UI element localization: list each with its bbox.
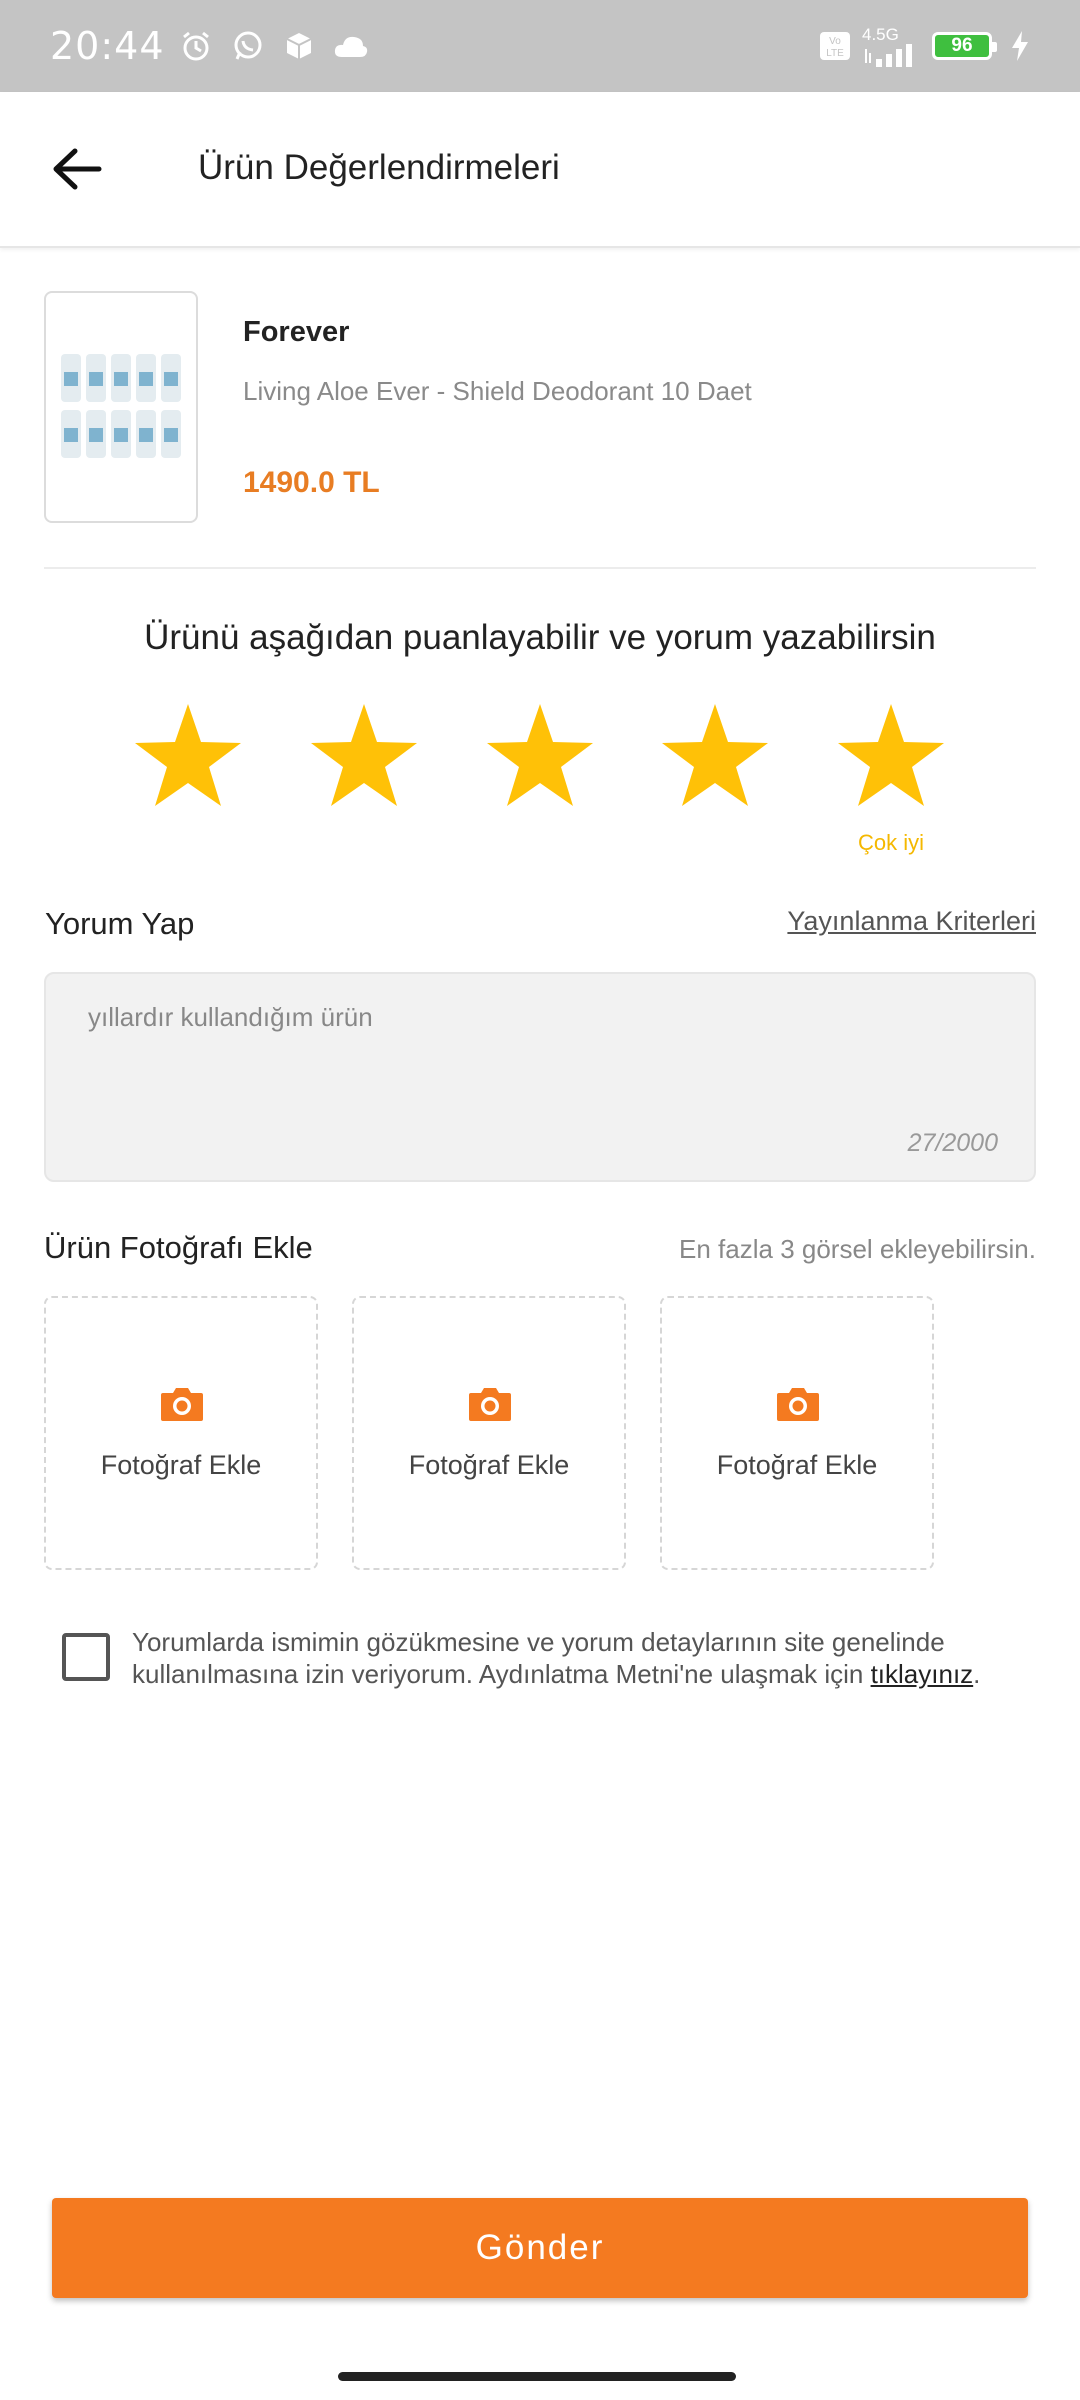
photo-section-title: Ürün Fotoğrafı Ekle <box>44 1230 313 1265</box>
divider <box>44 567 1036 569</box>
back-arrow-icon <box>53 148 102 190</box>
camera-icon <box>777 1388 819 1421</box>
svg-text:Vo: Vo <box>829 36 841 47</box>
app-bar: Ürün Değerlendirmeleri <box>0 92 1080 248</box>
consent-body: Yorumlarda ismimin gözükmesine ve yorum … <box>132 1627 945 1689</box>
camera-icon <box>161 1388 203 1421</box>
product-brand: Forever <box>243 316 350 348</box>
submit-button[interactable]: Gönder <box>52 2198 1028 2298</box>
add-photo-slot-1[interactable]: Fotoğraf Ekle <box>44 1296 318 1570</box>
character-counter: 27/2000 <box>907 1129 998 1157</box>
disclosure-link[interactable]: tıklayınız <box>871 1659 974 1689</box>
svg-text:LTE: LTE <box>826 48 844 59</box>
signal-icon: 4.5G <box>862 26 922 67</box>
page-title: Ürün Değerlendirmeleri <box>198 148 560 187</box>
star-icon-3[interactable] <box>485 702 595 810</box>
publishing-criteria-link[interactable]: Yayınlanma Kriterleri <box>787 906 1036 937</box>
consent-text: Yorumlarda ismimin gözükmesine ve yorum … <box>132 1626 1052 1690</box>
product-name: Living Aloe Ever - Shield Deodorant 10 D… <box>243 376 752 406</box>
rating-prompt: Ürünü aşağıdan puanlayabilir ve yorum ya… <box>144 618 936 657</box>
alarm-icon <box>179 29 213 63</box>
camera-icon <box>469 1388 511 1421</box>
photo-hint: En fazla 3 görsel ekleyebilirsin. <box>679 1234 1036 1264</box>
comment-textarea[interactable]: yıllardır kullandığım ürün 27/2000 <box>44 972 1036 1182</box>
star-icon-1[interactable] <box>133 702 243 810</box>
cloud-icon <box>333 33 369 59</box>
comment-text: yıllardır kullandığım ürün <box>88 1002 373 1032</box>
status-time: 20:44 <box>50 24 165 68</box>
product-image-graphic <box>61 354 181 458</box>
battery-icon: 96 <box>932 32 997 60</box>
star-icon-5[interactable] <box>836 702 946 810</box>
add-photo-slot-2[interactable]: Fotoğraf Ekle <box>352 1296 626 1570</box>
rating-label: Çok iyi <box>857 830 924 855</box>
battery-level: 96 <box>951 35 973 56</box>
back-button[interactable] <box>40 132 114 206</box>
home-indicator[interactable] <box>338 2372 736 2381</box>
whatsapp-icon <box>231 29 265 63</box>
product-price: 1490.0 TL <box>243 466 380 499</box>
consent-checkbox[interactable] <box>62 1633 110 1681</box>
add-photo-slot-3[interactable]: Fotoğraf Ekle <box>660 1296 934 1570</box>
volte-icon: Vo LTE <box>818 30 852 62</box>
star-icon-4[interactable] <box>660 702 770 810</box>
add-photo-label: Fotoğraf Ekle <box>716 1450 878 1480</box>
package-icon <box>283 30 315 62</box>
status-icons-right: Vo LTE 4.5G 96 <box>818 26 1030 67</box>
status-bar: 20:44 Vo LTE 4.5G 96 <box>0 0 1080 92</box>
status-icons-left <box>179 29 369 63</box>
product-image[interactable] <box>44 291 198 523</box>
add-photo-label: Fotoğraf Ekle <box>100 1450 262 1480</box>
star-icon-2[interactable] <box>309 702 419 810</box>
comment-title: Yorum Yap <box>45 906 195 941</box>
add-photo-label: Fotoğraf Ekle <box>408 1450 570 1480</box>
charging-icon <box>1010 30 1030 62</box>
network-type-label: 4.5G <box>862 24 899 44</box>
consent-suffix: . <box>973 1659 981 1689</box>
